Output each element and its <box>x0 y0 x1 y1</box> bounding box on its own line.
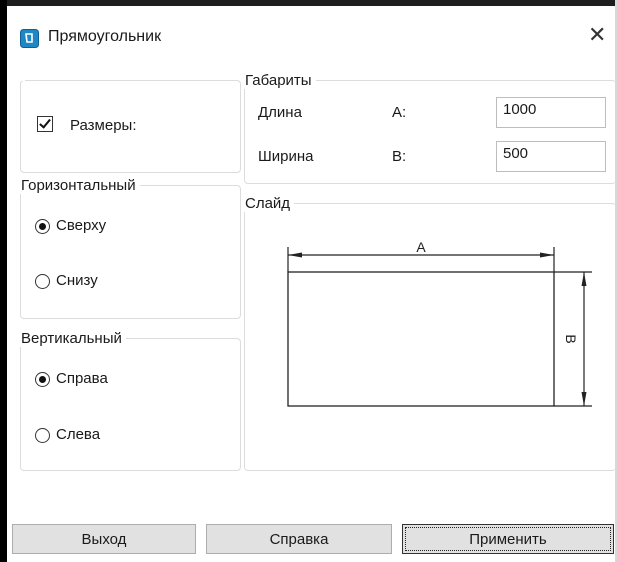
help-button[interactable]: Справка <box>206 524 392 554</box>
window-title: Прямоугольник <box>48 28 162 45</box>
slide-preview: A B <box>287 239 592 407</box>
vertical-legend: Вертикальный <box>21 330 122 347</box>
left-border <box>0 0 7 562</box>
radio-bottom[interactable] <box>35 274 50 289</box>
exit-button[interactable]: Выход <box>12 524 196 554</box>
width-key: B: <box>392 148 407 165</box>
radio-top-label: Сверху <box>56 217 107 234</box>
close-icon[interactable]: ✕ <box>588 22 606 48</box>
length-label: Длина <box>258 104 302 121</box>
sizes-checkbox-label: Размеры: <box>70 117 137 134</box>
length-input[interactable]: 1000 <box>496 97 606 128</box>
apply-button[interactable]: Применить <box>402 524 614 554</box>
dimensions-legend: Габариты <box>245 72 312 89</box>
app-icon <box>20 29 39 48</box>
radio-right-label: Справа <box>56 370 108 387</box>
radio-left-label: Слева <box>56 426 101 443</box>
vertical-group: Вертикальный <box>20 330 241 471</box>
preview-rectangle <box>287 271 555 407</box>
dialog-window: Прямоугольник ✕ Размеры: Горизонтальный … <box>0 0 617 562</box>
horizontal-legend: Горизонтальный <box>21 177 136 194</box>
length-key: A: <box>392 104 407 121</box>
width-label: Ширина <box>258 148 314 165</box>
radio-top[interactable] <box>35 219 50 234</box>
sizes-checkbox[interactable] <box>37 116 53 132</box>
dimension-a-label: A <box>416 239 426 255</box>
width-input[interactable]: 500 <box>496 141 606 172</box>
radio-right[interactable] <box>35 372 50 387</box>
horizontal-group: Горизонтальный <box>20 177 241 319</box>
radio-bottom-label: Снизу <box>56 272 98 289</box>
slide-legend: Слайд <box>245 195 291 212</box>
dimension-b-label: B <box>563 334 579 343</box>
radio-left[interactable] <box>35 428 50 443</box>
